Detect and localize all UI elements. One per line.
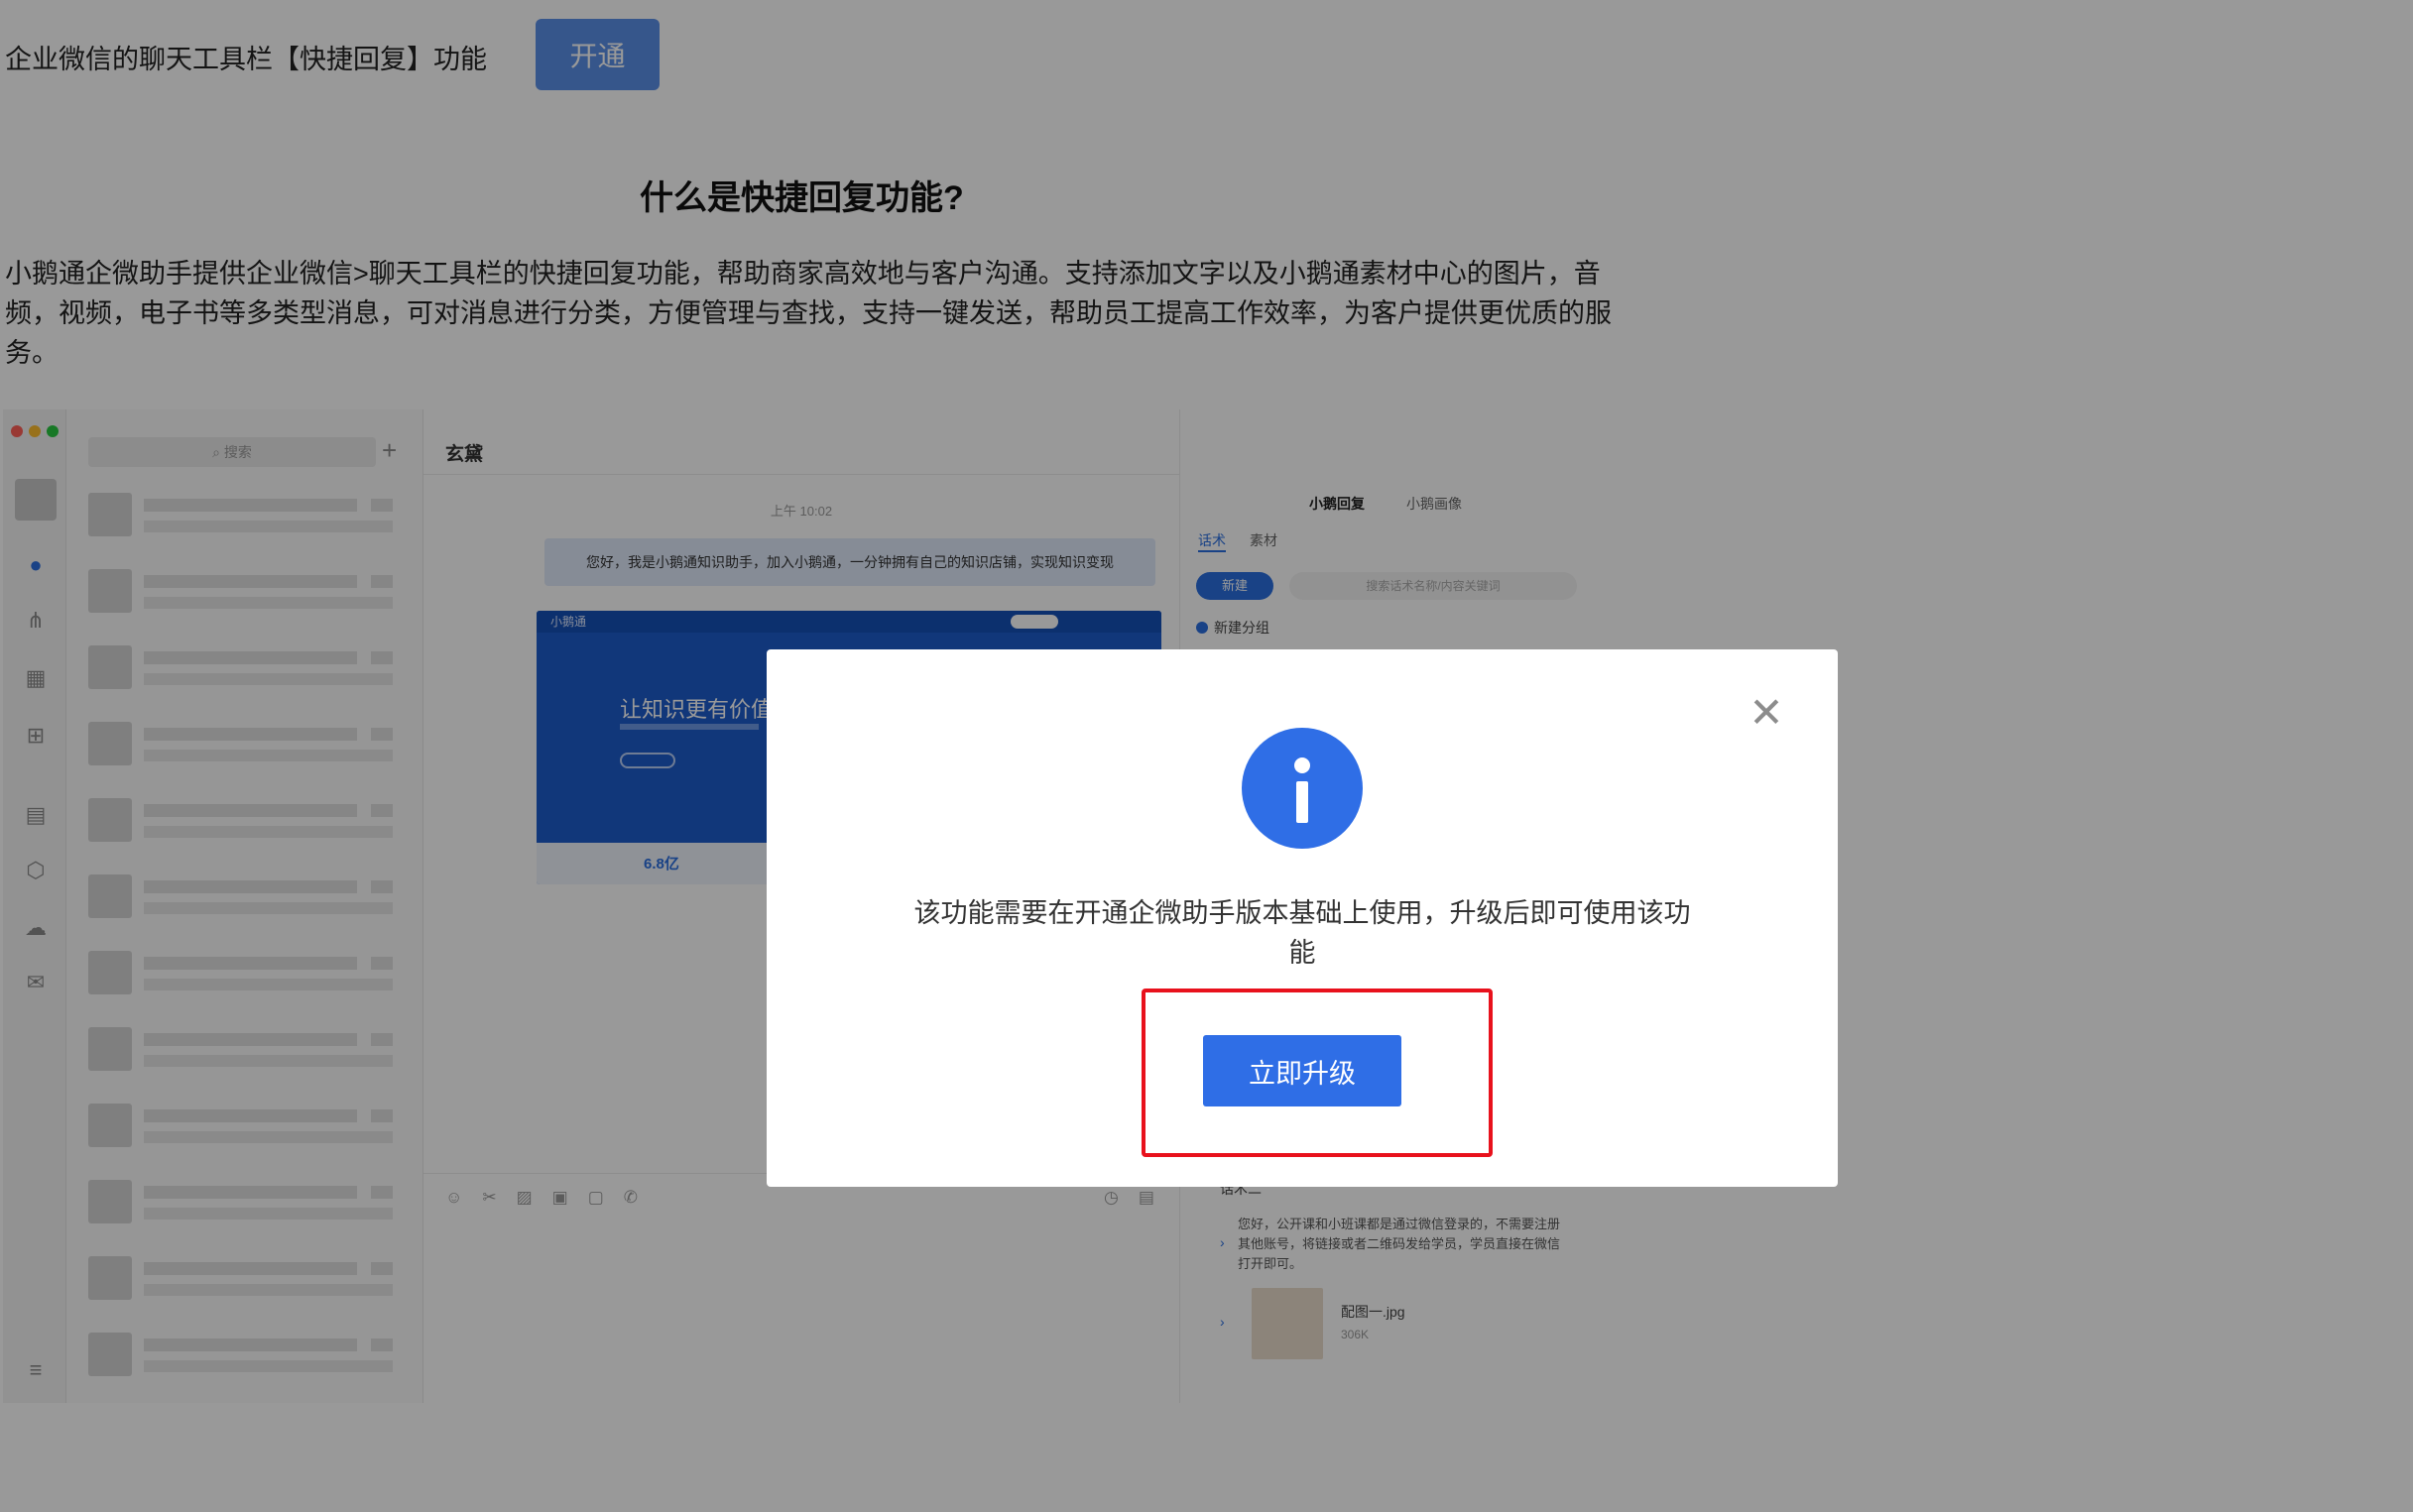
- upgrade-dialog: ✕ 该功能需要在开通企微助手版本基础上使用，升级后即可使用该功能 立即升级: [767, 649, 1838, 1187]
- close-icon[interactable]: ✕: [1745, 691, 1788, 735]
- dialog-message: 该功能需要在开通企微助手版本基础上使用，升级后即可使用该功能: [913, 898, 1691, 968]
- info-icon: [1242, 728, 1363, 849]
- upgrade-now-button[interactable]: 立即升级: [1203, 1035, 1401, 1106]
